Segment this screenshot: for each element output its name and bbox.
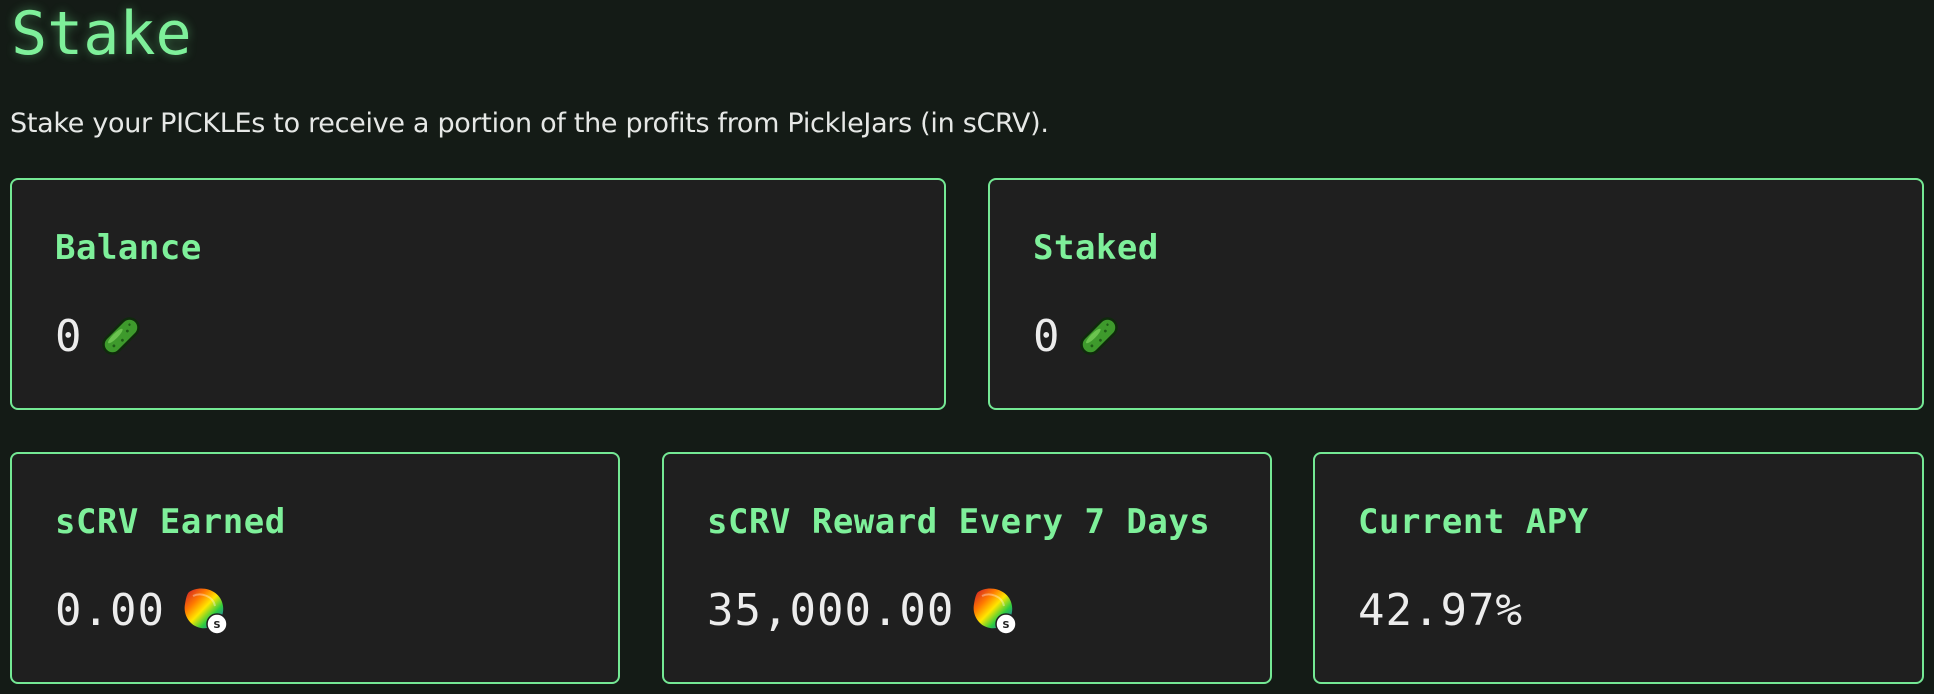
staked-value-row: 0 [1033, 306, 1123, 366]
scrv-earned-value-row: 0.00 S [55, 580, 231, 640]
scrv-reward-value-row: 35,000.00 S [707, 580, 1020, 640]
svg-text:S: S [1003, 620, 1010, 631]
balance-value: 0 [55, 310, 83, 362]
current-apy-value-row: 42.97% [1358, 580, 1523, 640]
balance-card: Balance 0 [10, 178, 946, 410]
svg-text:S: S [213, 620, 220, 631]
balance-label: Balance [55, 228, 202, 268]
pickle-icon [97, 312, 145, 360]
staked-label: Staked [1033, 228, 1159, 268]
staked-value: 0 [1033, 310, 1061, 362]
page-subtitle: Stake your PICKLEs to receive a portion … [10, 108, 1049, 139]
page-title: Stake [11, 0, 192, 69]
staked-card: Staked 0 [988, 178, 1924, 410]
scrv-token-icon: S [179, 584, 231, 636]
scrv-reward-label: sCRV Reward Every 7 Days [707, 502, 1211, 542]
scrv-earned-value: 0.00 [55, 584, 165, 636]
scrv-reward-card: sCRV Reward Every 7 Days 35,000.00 S [662, 452, 1272, 684]
pickle-icon [1075, 312, 1123, 360]
current-apy-label: Current APY [1358, 502, 1589, 542]
balance-value-row: 0 [55, 306, 145, 366]
scrv-earned-label: sCRV Earned [55, 502, 286, 542]
scrv-token-icon: S [968, 584, 1020, 636]
scrv-earned-card: sCRV Earned 0.00 S [10, 452, 620, 684]
current-apy-card: Current APY 42.97% [1313, 452, 1924, 684]
scrv-reward-value: 35,000.00 [707, 584, 955, 636]
current-apy-value: 42.97% [1358, 584, 1523, 636]
